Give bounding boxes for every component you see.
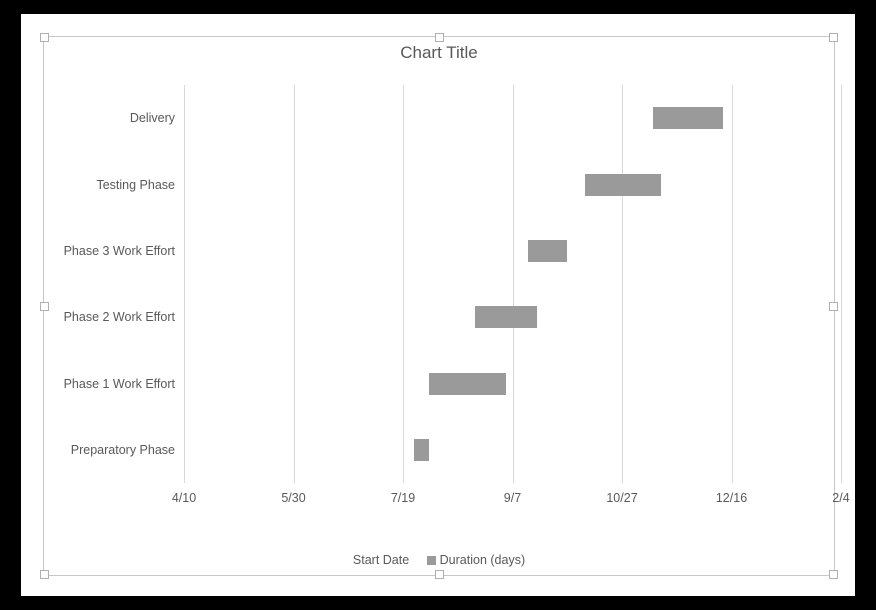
x-tick-label: 2/4: [832, 491, 849, 505]
chart-selection-frame[interactable]: Chart Title 4/105/307/199/710/2712/162/4…: [43, 36, 835, 576]
x-tick-label: 5/30: [281, 491, 305, 505]
resize-handle-icon[interactable]: [829, 570, 838, 579]
gridline: [622, 85, 623, 483]
gantt-bar[interactable]: [528, 240, 567, 262]
x-tick-label: 4/10: [172, 491, 196, 505]
gridline: [513, 85, 514, 483]
gridline: [403, 85, 404, 483]
resize-handle-icon[interactable]: [829, 33, 838, 42]
gridline: [184, 85, 185, 483]
gridline: [732, 85, 733, 483]
resize-handle-icon[interactable]: [40, 570, 49, 579]
chart-legend[interactable]: Start Date Duration (days): [44, 553, 834, 567]
resize-handle-icon[interactable]: [40, 33, 49, 42]
y-tick-label: Testing Phase: [96, 178, 175, 192]
app-stage: Chart Title 4/105/307/199/710/2712/162/4…: [0, 0, 876, 610]
legend-entry-start-date: Start Date: [353, 553, 409, 567]
resize-handle-icon[interactable]: [435, 33, 444, 42]
x-tick-label: 12/16: [716, 491, 747, 505]
resize-handle-icon[interactable]: [435, 570, 444, 579]
gantt-bar[interactable]: [585, 174, 662, 196]
x-tick-label: 9/7: [504, 491, 521, 505]
gantt-bar[interactable]: [653, 107, 723, 129]
chart-title[interactable]: Chart Title: [44, 43, 834, 63]
gridline: [294, 85, 295, 483]
plot-area[interactable]: 4/105/307/199/710/2712/162/4Preparatory …: [184, 85, 841, 483]
gantt-bar[interactable]: [475, 306, 536, 328]
gantt-bar[interactable]: [414, 439, 429, 461]
resize-handle-icon[interactable]: [40, 302, 49, 311]
y-tick-label: Phase 1 Work Effort: [64, 377, 175, 391]
chart-canvas: Chart Title 4/105/307/199/710/2712/162/4…: [21, 14, 855, 596]
legend-swatch-icon: [427, 556, 436, 565]
y-tick-label: Phase 3 Work Effort: [64, 244, 175, 258]
y-tick-label: Phase 2 Work Effort: [64, 310, 175, 324]
y-tick-label: Preparatory Phase: [71, 443, 175, 457]
x-tick-label: 10/27: [606, 491, 637, 505]
y-tick-label: Delivery: [130, 111, 175, 125]
x-tick-label: 7/19: [391, 491, 415, 505]
gantt-bar[interactable]: [429, 373, 506, 395]
gridline: [841, 85, 842, 483]
legend-entry-duration: Duration (days): [440, 553, 525, 567]
